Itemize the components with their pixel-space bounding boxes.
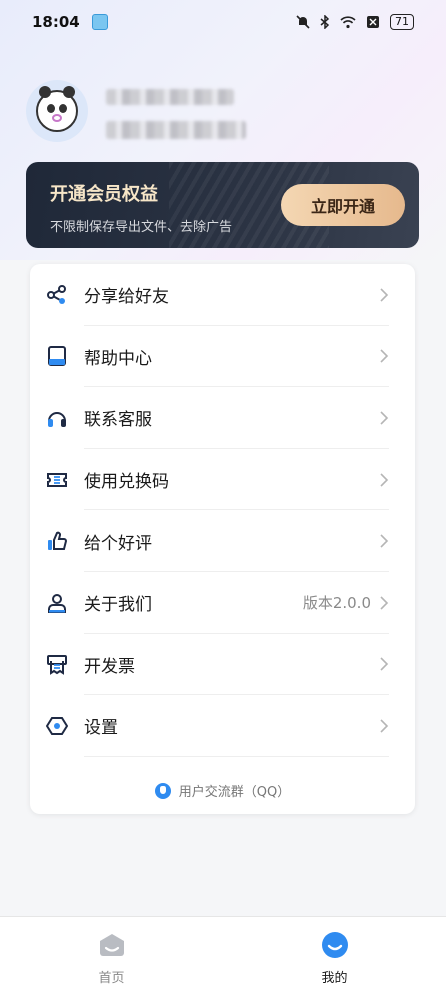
bottom-tab-bar: 首页 我的 [0, 916, 446, 990]
bluetooth-icon [320, 15, 330, 29]
menu-item-settings[interactable]: 设置 [30, 695, 415, 757]
chevron-right-icon [380, 534, 389, 548]
blurred-username [106, 89, 234, 105]
coupon-icon [46, 469, 68, 491]
app-notification-icon [91, 14, 108, 30]
sim-icon [367, 16, 379, 28]
chevron-right-icon [380, 349, 389, 363]
activate-vip-button[interactable]: 立即开通 [281, 184, 405, 226]
tab-mine[interactable]: 我的 [223, 917, 446, 990]
blurred-user-id [106, 121, 246, 139]
menu-item-rate[interactable]: 给个好评 [30, 510, 415, 572]
thumbs-up-icon [46, 530, 68, 552]
chevron-right-icon [380, 719, 389, 733]
menu-label: 给个好评 [84, 533, 152, 554]
mine-icon [321, 932, 348, 958]
qq-icon [154, 782, 171, 799]
status-icons: 71 [296, 14, 414, 30]
menu-label: 联系客服 [84, 410, 152, 431]
menu-item-about[interactable]: 关于我们 版本2.0.0 [30, 572, 415, 634]
share-icon [46, 284, 68, 306]
menu-item-customer-service[interactable]: 联系客服 [30, 387, 415, 449]
menu-label: 开发票 [84, 656, 135, 677]
panda-avatar-icon [36, 86, 78, 132]
menu-label: 使用兑换码 [84, 472, 169, 493]
mute-icon [296, 15, 310, 29]
avatar[interactable] [26, 80, 88, 142]
tab-label: 我的 [321, 971, 348, 986]
menu-item-invoice[interactable]: 开发票 [30, 634, 415, 696]
settings-icon [46, 715, 68, 737]
qq-group-label: 用户交流群（QQ） [178, 785, 291, 800]
tab-home[interactable]: 首页 [0, 917, 223, 990]
menu-card: 分享给好友 帮助中心 联系客服 使用兑换码 给个好评 关于我们 版本2.0.0 … [30, 264, 415, 814]
menu-item-redeem-code[interactable]: 使用兑换码 [30, 449, 415, 511]
tab-label: 首页 [98, 971, 125, 986]
menu-item-help[interactable]: 帮助中心 [30, 326, 415, 388]
chevron-right-icon [380, 657, 389, 671]
home-icon [99, 934, 124, 956]
menu-list: 分享给好友 帮助中心 联系客服 使用兑换码 给个好评 关于我们 版本2.0.0 … [30, 264, 415, 757]
battery-indicator: 71 [390, 14, 414, 30]
menu-label: 设置 [84, 718, 118, 739]
chevron-right-icon [380, 473, 389, 487]
invoice-icon [46, 653, 68, 676]
headphones-icon [46, 407, 68, 429]
chevron-right-icon [380, 596, 389, 610]
app-version: 版本2.0.0 [302, 594, 371, 613]
chevron-right-icon [380, 411, 389, 425]
chevron-right-icon [380, 288, 389, 302]
profile-info [106, 83, 246, 139]
status-bar: 18:04 71 [0, 0, 446, 44]
menu-label: 分享给好友 [84, 287, 169, 308]
profile-header[interactable] [26, 76, 426, 146]
menu-label: 关于我们 [84, 595, 152, 616]
menu-label: 帮助中心 [84, 348, 152, 369]
user-icon [46, 592, 68, 614]
qq-group-link[interactable]: 用户交流群（QQ） [30, 781, 415, 800]
status-time: 18:04 [32, 13, 80, 31]
vip-banner[interactable]: 开通会员权益 不限制保存导出文件、去除广告 立即开通 [26, 162, 419, 248]
menu-item-share[interactable]: 分享给好友 [30, 264, 415, 326]
book-icon [46, 345, 68, 367]
wifi-icon [340, 16, 356, 29]
